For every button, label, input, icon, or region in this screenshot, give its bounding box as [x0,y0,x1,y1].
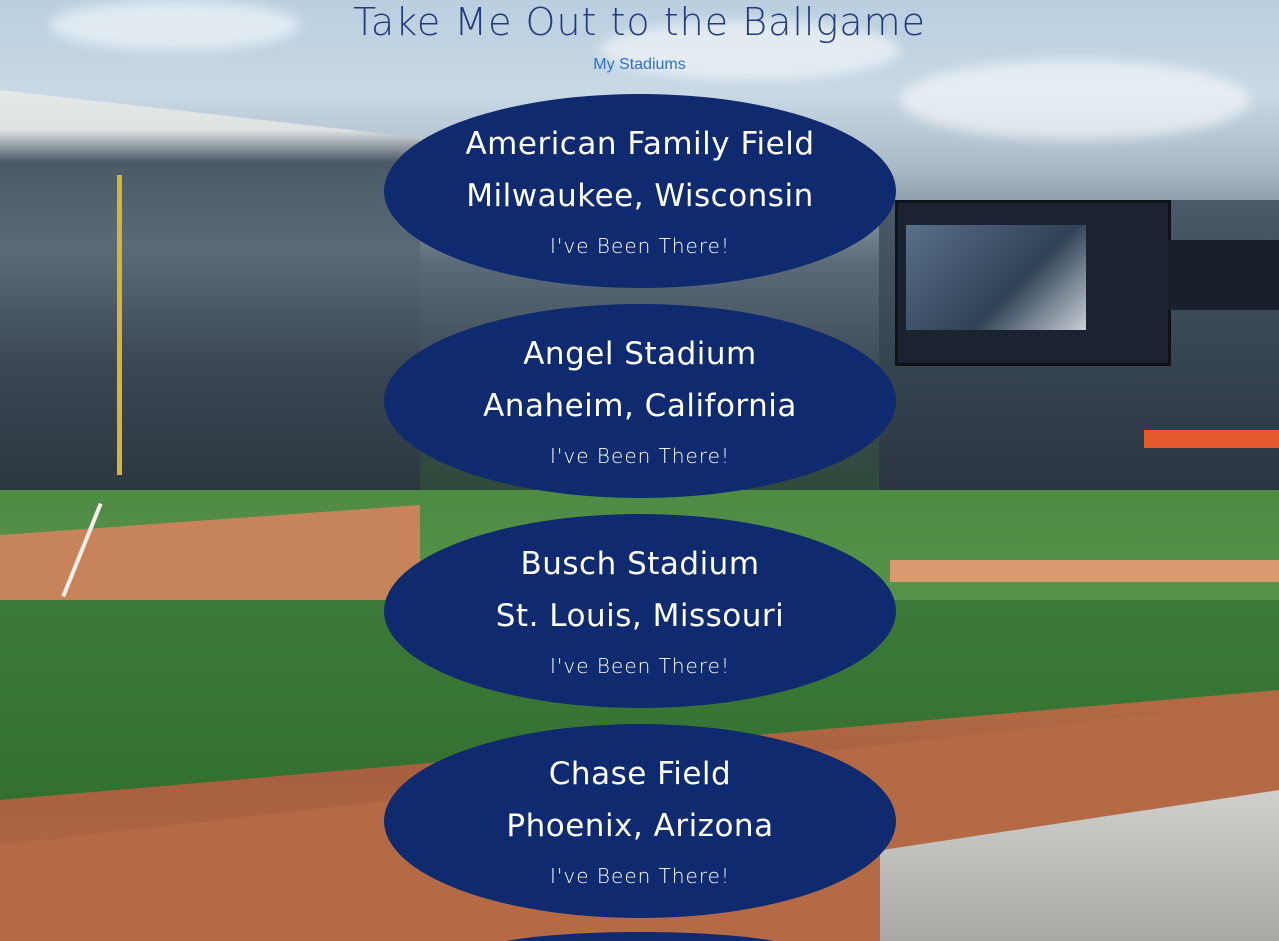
stadium-name: Angel Stadium [523,336,757,372]
stadium-name: Chase Field [548,756,732,792]
stadium-name: Busch Stadium [520,546,760,582]
page-title: Take Me Out to the Ballgame [353,0,926,44]
stadium-location: St. Louis, Missouri [495,598,785,634]
stadium-location: Phoenix, Arizona [506,808,774,844]
stadium-location: Anaheim, California [483,388,797,424]
stadium-card: Chase Field Phoenix, Arizona I've Been T… [384,724,896,918]
been-there-button[interactable]: I've Been There! [550,654,730,678]
stadium-name: American Family Field [465,126,815,162]
been-there-button[interactable]: I've Been There! [550,864,730,888]
my-stadiums-link[interactable]: My Stadiums [593,56,685,74]
page: Take Me Out to the Ballgame My Stadiums … [0,0,1279,941]
stadium-list: American Family Field Milwaukee, Wiscons… [384,94,896,934]
header: Take Me Out to the Ballgame My Stadiums [0,0,1279,74]
stadium-card: American Family Field Milwaukee, Wiscons… [384,94,896,288]
stadium-location: Milwaukee, Wisconsin [466,178,814,214]
stadium-card: Angel Stadium Anaheim, California I've B… [384,304,896,498]
been-there-button[interactable]: I've Been There! [550,444,730,468]
stadium-card: Busch Stadium St. Louis, Missouri I've B… [384,514,896,708]
been-there-button[interactable]: I've Been There! [550,234,730,258]
